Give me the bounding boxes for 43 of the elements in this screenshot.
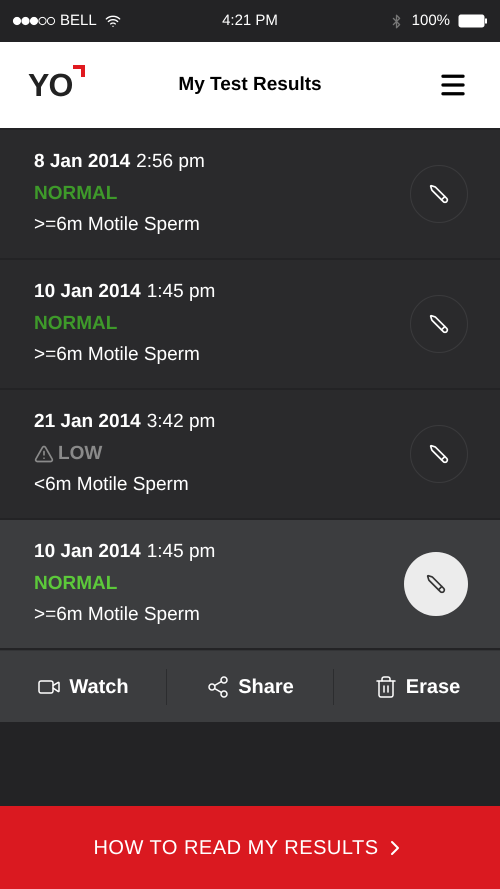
wifi-icon: [104, 13, 121, 29]
action-button[interactable]: Watch: [37, 672, 129, 702]
result-date: 8 Jan 2014: [34, 150, 130, 174]
battery-percent: 100%: [412, 10, 450, 31]
result-row[interactable]: 10 Jan 2014 1:45 pm NORMAL >=6m Motile Sperm: [0, 260, 500, 388]
pencil-icon: [429, 314, 449, 334]
edit-button[interactable]: [410, 165, 468, 223]
result-date: 10 Jan 2014: [34, 280, 141, 304]
pencil-icon: [426, 574, 446, 594]
result-status: LOW: [58, 442, 102, 466]
edit-button[interactable]: [410, 425, 468, 483]
app-logo: YO: [28, 69, 73, 101]
result-time: 1:45 pm: [146, 540, 216, 564]
result-detail: >=6m Motile Sperm: [34, 213, 201, 238]
result-status: NORMAL: [34, 572, 118, 596]
logo-corner-icon: [72, 65, 85, 77]
pencil-icon: [429, 444, 449, 464]
result-date: 10 Jan 2014: [34, 540, 141, 564]
clock-time: 4:21 PM: [221, 10, 279, 31]
battery-icon: [458, 14, 488, 28]
result-detail: <6m Motile Sperm: [34, 473, 190, 498]
result-time: 3:42 pm: [146, 410, 216, 434]
trash-icon: [374, 674, 398, 698]
action-button[interactable]: Erase: [374, 672, 460, 702]
warning-icon: [34, 444, 54, 464]
how-to-read-button[interactable]: HOW TO READ MY RESULTS: [0, 806, 500, 889]
result-status: NORMAL: [34, 312, 118, 336]
result-detail: >=6m Motile Sperm: [34, 343, 201, 368]
action-button[interactable]: Share: [206, 672, 294, 702]
result-time: 2:56 pm: [136, 150, 205, 174]
signal-dots-icon: [12, 16, 56, 26]
result-status: NORMAL: [34, 182, 118, 206]
result-time: 1:45 pm: [146, 280, 216, 304]
result-row[interactable]: 10 Jan 2014 1:45 pm NORMAL >=6m Motile Sperm: [0, 520, 500, 648]
result-date: 21 Jan 2014: [34, 410, 141, 434]
result-row[interactable]: 21 Jan 2014 3:42 pm LOW <6m Motile Sperm: [0, 390, 500, 518]
share-icon: [206, 674, 230, 698]
carrier-name: BELL: [60, 10, 97, 31]
result-row[interactable]: 8 Jan 2014 2:56 pm NORMAL >=6m Motile Sperm: [0, 130, 500, 258]
edit-button[interactable]: [410, 295, 468, 353]
pencil-icon: [429, 184, 449, 204]
result-detail: >=6m Motile Sperm: [34, 603, 201, 628]
page-title: My Test Results: [177, 72, 323, 97]
